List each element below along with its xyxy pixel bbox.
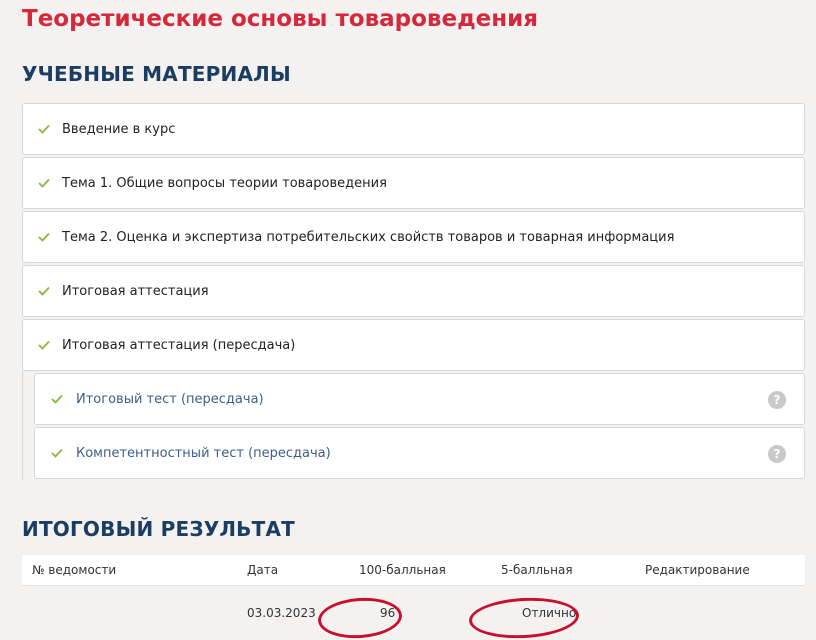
subitem-competence-test-retake[interactable]: Компетентностный тест (пересдача) ? [34, 427, 805, 479]
column-header-date: Дата [247, 563, 279, 577]
material-item-topic-1[interactable]: Тема 1. Общие вопросы теории товароведен… [22, 157, 805, 209]
material-item-label: Тема 1. Общие вопросы теории товароведен… [62, 175, 387, 191]
result-table-header: № ведомости Дата 100-балльная 5-балльная… [22, 555, 805, 586]
column-header-score-5: 5-балльная [501, 563, 573, 577]
table-row: 03.03.2023 96 Отлично [22, 586, 805, 640]
check-icon [50, 446, 64, 460]
result-table: № ведомости Дата 100-балльная 5-балльная… [22, 555, 805, 640]
material-item-label: Итоговая аттестация (пересдача) [62, 337, 296, 353]
material-item-label: Тема 2. Оценка и экспертиза потребительс… [62, 229, 675, 245]
subitem-label: Компетентностный тест (пересдача) [76, 445, 331, 461]
column-header-sheet-no: № ведомости [32, 563, 117, 577]
check-icon [37, 176, 51, 190]
check-icon [37, 230, 51, 244]
help-icon[interactable]: ? [768, 391, 786, 409]
column-header-score-100: 100-балльная [359, 563, 446, 577]
cell-date: 03.03.2023 [247, 606, 316, 620]
material-item-label: Итоговая аттестация [62, 283, 209, 299]
subitem-final-test-retake[interactable]: Итоговый тест (пересдача) ? [34, 373, 805, 425]
material-item-final-attestation[interactable]: Итоговая аттестация [22, 265, 805, 317]
subitem-indent-line [22, 372, 34, 480]
material-item-final-attestation-retake[interactable]: Итоговая аттестация (пересдача) [22, 319, 805, 371]
materials-heading: УЧЕБНЫЕ МАТЕРИАЛЫ [22, 62, 291, 86]
check-icon [37, 284, 51, 298]
check-icon [50, 392, 64, 406]
material-item-topic-2[interactable]: Тема 2. Оценка и экспертиза потребительс… [22, 211, 805, 263]
material-item-label: Введение в курс [62, 121, 176, 137]
material-item-intro[interactable]: Введение в курс [22, 103, 805, 155]
course-title: Теоретические основы товароведения [22, 6, 539, 32]
help-icon[interactable]: ? [768, 445, 786, 463]
result-heading: ИТОГОВЫЙ РЕЗУЛЬТАТ [22, 517, 295, 541]
check-icon [37, 338, 51, 352]
column-header-edit: Редактирование [645, 563, 750, 577]
subitem-label: Итоговый тест (пересдача) [76, 391, 264, 407]
check-icon [37, 122, 51, 136]
